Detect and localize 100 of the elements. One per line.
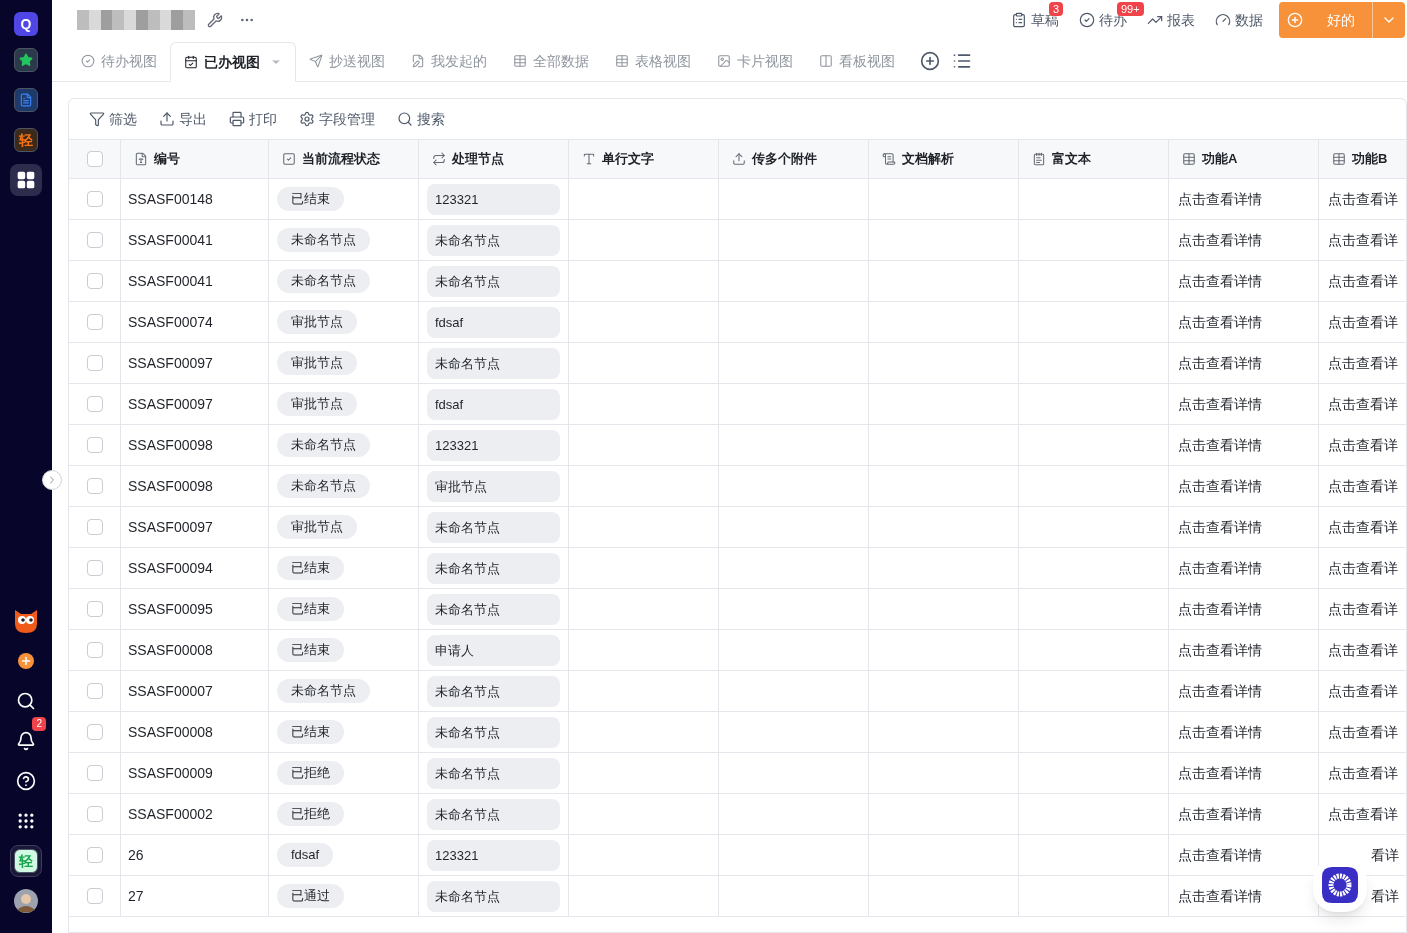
detail-link[interactable]: 点击查看详情 [1178,189,1262,209]
row-checkbox[interactable] [86,806,103,822]
toolbar-button[interactable]: 筛选 [89,109,137,129]
detail-link[interactable]: 点击查看详 [1328,558,1398,578]
detail-link[interactable]: 点击查看详 [1328,804,1398,824]
form-icon [411,54,425,68]
apps-grid-icon[interactable] [16,811,36,831]
table-cell-text: SSASF00041 [128,272,213,291]
selected-app-background[interactable] [10,164,42,196]
detail-link[interactable]: 点击查看详情 [1178,517,1262,537]
detail-link[interactable]: 点击查看详情 [1178,476,1262,496]
column-header[interactable]: 功能A [1169,140,1319,178]
header-action[interactable]: 报表 [1167,10,1195,30]
document-app-icon[interactable] [14,88,38,112]
detail-link[interactable]: 点击查看详情 [1178,312,1262,332]
avatar[interactable] [14,889,38,913]
detail-link[interactable]: 点击查看详 [1328,394,1398,414]
apps-icon[interactable] [16,170,36,190]
column-header[interactable]: 处理节点 [419,140,569,178]
search-icon[interactable] [16,691,36,711]
column-header[interactable]: 传多个附件 [719,140,869,178]
toolbar-button[interactable]: 打印 [229,109,277,129]
detail-link[interactable]: 点击查看详 [1328,476,1398,496]
row-checkbox[interactable] [86,724,103,740]
detail-link[interactable]: 点击查看详情 [1178,394,1262,414]
column-header[interactable]: 单行文字 [569,140,719,178]
owl-icon[interactable] [13,608,39,634]
table-cell-text: SSASF00097 [128,518,213,537]
row-checkbox[interactable] [86,396,103,412]
row-checkbox[interactable] [86,888,103,904]
node-tag: 未命名节点 [427,880,560,912]
star-app-icon[interactable] [14,48,38,72]
detail-link[interactable]: 点击查看详 [1328,517,1398,537]
detail-link[interactable]: 点击查看详情 [1178,599,1262,619]
table-icon [1332,152,1346,166]
detail-link[interactable]: 点击查看详 [1328,353,1398,373]
bell-icon[interactable] [16,731,36,751]
detail-link[interactable]: 点击查看详 [1328,435,1398,455]
row-checkbox[interactable] [86,765,103,781]
detail-link[interactable]: 点击查看详情 [1178,230,1262,250]
add-icon[interactable] [18,653,34,669]
detail-link[interactable]: 点击查看详 [1328,312,1398,332]
row-checkbox[interactable] [86,478,103,494]
select-all-checkbox[interactable] [86,151,103,167]
help-icon[interactable] [16,771,36,791]
detail-link[interactable]: 看详 [1371,845,1399,865]
status-tag: 已通过 [277,884,344,908]
toolbar-button[interactable]: 字段管理 [299,109,375,129]
row-checkbox[interactable] [86,191,103,207]
view-tab[interactable]: 已办视图 [170,42,296,82]
detail-link[interactable]: 点击查看详情 [1178,640,1262,660]
wrench-icon[interactable] [207,12,223,28]
detail-link[interactable]: 点击查看详 [1328,640,1398,660]
detail-link[interactable]: 点击查看详情 [1178,804,1262,824]
view-list-icon[interactable] [952,51,972,71]
collapse-sidebar-button[interactable] [42,470,62,490]
table-cell-text: SSASF00098 [128,436,213,455]
column-header[interactable]: 编号 [121,140,269,178]
detail-link[interactable]: 点击查看详情 [1178,681,1262,701]
detail-link[interactable]: 点击查看详 [1328,599,1398,619]
row-checkbox[interactable] [86,642,103,658]
node-tag: 未命名节点 [427,265,560,297]
app-label[interactable]: 轻 [14,128,38,152]
app-logo[interactable]: Q [14,12,38,36]
detail-link[interactable]: 点击查看详情 [1178,435,1262,455]
detail-link[interactable]: 点击查看详情 [1178,763,1262,783]
detail-link[interactable]: 点击查看详 [1328,722,1398,742]
detail-link[interactable]: 点击查看详情 [1178,886,1262,906]
notification-badge: 2 [32,717,46,731]
detail-link[interactable]: 点击查看详 [1328,230,1398,250]
detail-link[interactable]: 点击查看详情 [1178,353,1262,373]
detail-link[interactable]: 点击查看详情 [1178,271,1262,291]
row-checkbox[interactable] [86,601,103,617]
row-checkbox[interactable] [86,560,103,576]
detail-link[interactable]: 点击查看详情 [1178,558,1262,578]
column-header[interactable]: 文档解析 [869,140,1019,178]
row-checkbox[interactable] [86,519,103,535]
detail-link[interactable]: 点击查看详 [1328,271,1398,291]
add-view-icon[interactable] [920,51,940,71]
row-checkbox[interactable] [86,847,103,863]
toolbar-button[interactable]: 搜索 [397,109,445,129]
column-header[interactable]: 富文本 [1019,140,1169,178]
row-checkbox[interactable] [86,232,103,248]
row-checkbox[interactable] [86,314,103,330]
node-tag: 未命名节点 [427,593,560,625]
row-checkbox[interactable] [86,683,103,699]
row-checkbox[interactable] [86,355,103,371]
column-header[interactable]: 当前流程状态 [269,140,419,178]
detail-link[interactable]: 点击查看详 [1328,681,1398,701]
header-action[interactable]: 数据 [1235,10,1263,30]
column-header[interactable]: 功能B [1319,140,1406,178]
detail-link[interactable]: 点击查看详 [1328,189,1398,209]
detail-link[interactable]: 点击查看详情 [1178,845,1262,865]
node-tag: fdsaf [427,388,560,420]
row-checkbox[interactable] [86,437,103,453]
toolbar-button[interactable]: 导出 [159,109,207,129]
detail-link[interactable]: 点击查看详情 [1178,722,1262,742]
row-checkbox[interactable] [86,273,103,289]
detail-link[interactable]: 看详 [1371,886,1399,906]
detail-link[interactable]: 点击查看详 [1328,763,1398,783]
